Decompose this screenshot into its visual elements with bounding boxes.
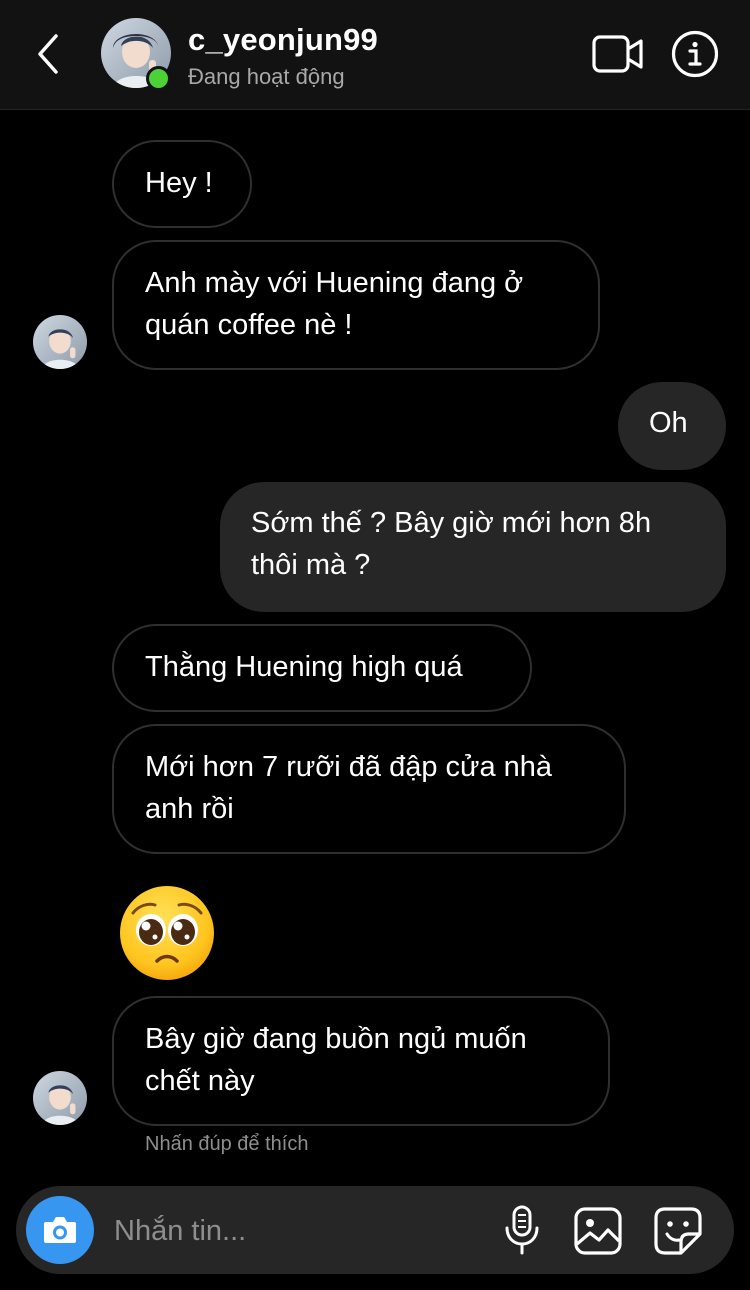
sender-avatar[interactable] [33, 1071, 87, 1125]
chat-header: c_yeonjun99 Đang hoạt động [0, 0, 750, 110]
sticker-icon [654, 1207, 702, 1255]
chevron-left-icon [38, 34, 58, 74]
voice-message-button[interactable] [502, 1204, 542, 1256]
online-status-dot [146, 66, 171, 91]
sender-avatar[interactable] [33, 315, 87, 369]
message-bubble[interactable]: Sớm thế ? Bây giờ mới hơn 8h thôi mà ? [220, 482, 726, 612]
pleading-face-emoji-icon [120, 886, 214, 980]
emoji-message[interactable] [117, 883, 217, 983]
message-input[interactable] [112, 1206, 496, 1256]
username[interactable]: c_yeonjun99 [188, 22, 378, 58]
activity-status: Đang hoạt động [188, 64, 345, 89]
camera-icon [44, 1217, 76, 1243]
gallery-icon [574, 1207, 622, 1255]
double-tap-like-hint: Nhấn đúp để thích [145, 1133, 309, 1155]
microphone-icon [505, 1205, 539, 1255]
back-button[interactable] [30, 32, 70, 76]
message-bubble[interactable]: Anh mày với Huening đang ở quán coffee n… [112, 240, 600, 370]
info-button[interactable] [671, 30, 719, 78]
message-bubble[interactable]: Oh [618, 382, 726, 470]
message-bubble[interactable]: Hey ! [112, 140, 252, 228]
message-composer [16, 1186, 734, 1274]
message-bubble[interactable]: Bây giờ đang buồn ngủ muốn chết này [112, 996, 610, 1126]
video-camera-icon [592, 35, 643, 73]
info-icon [671, 30, 719, 78]
message-bubble[interactable]: Mới hơn 7 rưỡi đã đập cửa nhà anh rồi [112, 724, 626, 854]
video-call-button[interactable] [592, 34, 644, 74]
camera-button[interactable] [26, 1196, 94, 1264]
profile-photo [33, 1071, 87, 1125]
message-bubble[interactable]: Thằng Huening high quá [112, 624, 532, 712]
gallery-button[interactable] [573, 1206, 623, 1256]
profile-photo [33, 315, 87, 369]
sticker-button[interactable] [653, 1206, 703, 1256]
